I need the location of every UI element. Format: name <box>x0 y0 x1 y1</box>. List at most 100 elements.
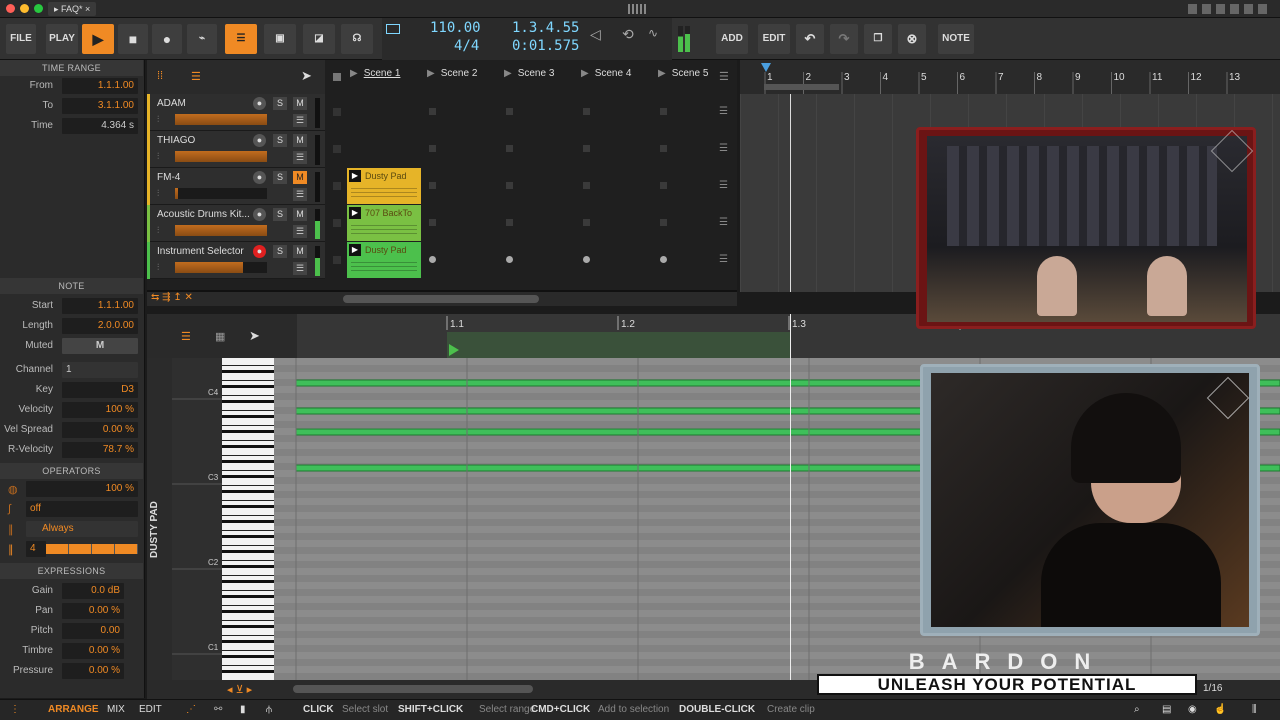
arranger-ruler-ticks[interactable]: 1 2 3 4 5 6 7 8 9 10 11 12 13 <box>740 60 1280 94</box>
editor-pointer-icon[interactable]: ➤ <box>249 328 260 344</box>
headphones-button[interactable]: ☊ <box>341 24 373 54</box>
record-arm-button[interactable]: ● <box>253 208 266 221</box>
clip[interactable]: ▶ 707 BackTo <box>347 205 421 241</box>
scene-header[interactable]: ▶ Scene 3 <box>504 68 578 86</box>
key-field[interactable]: D3 <box>62 382 138 398</box>
copy-button[interactable]: ❐ <box>864 24 892 54</box>
clip-slot[interactable] <box>429 219 436 226</box>
clip-play-icon[interactable]: ▶ <box>349 170 361 182</box>
channel-select[interactable]: 1 <box>62 362 138 378</box>
minimize-window-button[interactable] <box>20 4 29 13</box>
search-icon[interactable]: ⌕ <box>1134 704 1140 715</box>
add-button[interactable]: ADD <box>716 24 748 54</box>
grid-view-icon[interactable]: ⁞⁞ <box>157 70 163 82</box>
condition-icon[interactable]: ∥ <box>8 523 14 536</box>
redo-button[interactable]: ↷ <box>830 24 858 54</box>
editor-scrollbar[interactable] <box>293 685 533 693</box>
solo-button[interactable]: S <box>273 171 287 184</box>
close-window-button[interactable] <box>6 4 15 13</box>
volume-slider[interactable] <box>175 188 267 199</box>
to-field[interactable]: 3.1.1.00 <box>62 98 138 114</box>
track-menu-icon[interactable]: ☰ <box>293 188 307 201</box>
volume-slider[interactable] <box>175 151 267 162</box>
mute-button[interactable]: M <box>293 171 307 184</box>
beat-position-display[interactable]: 1.3.4.55 <box>512 20 579 36</box>
timbre-field[interactable]: 0.00 % <box>62 643 124 659</box>
mute-button[interactable]: M <box>293 97 307 110</box>
recurrence-icon[interactable]: ∥ <box>8 543 14 556</box>
pan-field[interactable]: 0.00 % <box>62 603 124 619</box>
stop-button[interactable]: ■ <box>118 24 148 54</box>
scene-launch-icon[interactable]: ☰ <box>719 106 728 117</box>
clip-slot[interactable] <box>583 219 590 226</box>
time-signature-display[interactable]: 4/4 <box>454 38 479 54</box>
clip-slot[interactable] <box>429 182 436 189</box>
clip[interactable]: ▶ Dusty Pad <box>347 242 421 278</box>
clip-launcher-toggle-icon[interactable]: ⋰ <box>186 704 196 715</box>
mute-button[interactable]: M <box>293 208 307 221</box>
solo-button[interactable]: S <box>273 134 287 147</box>
arranger-loop-region[interactable] <box>764 84 839 90</box>
track-header[interactable]: Instrument Selector ⫶ ● S M ☰ <box>147 242 325 279</box>
track-name[interactable]: THIAGO <box>157 135 195 146</box>
arrange-tab[interactable]: ARRANGE <box>48 704 99 715</box>
launcher-scrollbar[interactable] <box>343 295 539 303</box>
track-header[interactable]: Acoustic Drums Kit... ⫶ ● S M ☰ <box>147 205 325 242</box>
clip-slot[interactable] <box>660 108 667 115</box>
clip-slot[interactable] <box>583 145 590 152</box>
layout-grid-icon[interactable]: ▦ <box>215 330 225 343</box>
clip-slot[interactable] <box>429 256 436 263</box>
mute-button[interactable]: M <box>293 245 307 258</box>
scene-launch-icon[interactable]: ☰ <box>719 143 728 154</box>
mixer-icon[interactable]: ⫼ <box>1252 704 1257 715</box>
time-field[interactable]: 4.364 s <box>62 118 138 134</box>
start-field[interactable]: 1.1.1.00 <box>62 298 138 314</box>
volume-slider[interactable] <box>175 114 267 125</box>
edit-button[interactable]: EDIT <box>758 24 790 54</box>
list-view-icon[interactable]: ☰ <box>191 70 201 83</box>
arranger-playhead-marker[interactable] <box>761 63 771 72</box>
clip-slot[interactable] <box>660 256 667 263</box>
scene-launch-icon[interactable]: ☰ <box>719 217 728 228</box>
play-button[interactable]: ▶ <box>82 24 114 54</box>
launcher-overdub-button[interactable]: ☰ <box>225 24 257 54</box>
pitch-field[interactable]: 0.00 <box>62 623 124 639</box>
track-header[interactable]: ADAM ⫶ ● S M ☰ <box>147 94 325 131</box>
track-name[interactable]: ADAM <box>157 98 186 109</box>
stop-slot[interactable] <box>333 219 341 227</box>
track-menu-icon[interactable]: ☰ <box>293 114 307 127</box>
solo-button[interactable]: S <box>273 208 287 221</box>
play-mode-button[interactable]: PLAY <box>46 24 78 54</box>
solo-button[interactable]: S <box>273 245 287 258</box>
record-arm-button[interactable]: ● <box>253 97 266 110</box>
chance-field[interactable]: 100 % <box>26 481 138 497</box>
file-icon[interactable]: ▤ <box>1162 704 1171 715</box>
mute-button[interactable]: M <box>293 134 307 147</box>
track-menu-icon[interactable]: ☰ <box>293 225 307 238</box>
groove-button[interactable]: ◪ <box>303 24 335 54</box>
volume-slider[interactable] <box>175 225 267 236</box>
track-name[interactable]: FM-4 <box>157 172 180 183</box>
plugin-icon[interactable]: ◉ <box>1188 704 1197 715</box>
clip-slot[interactable] <box>429 108 436 115</box>
track-name[interactable]: Acoustic Drums Kit... <box>157 209 250 220</box>
loop-icon[interactable]: ⟲ <box>622 26 634 43</box>
hand-icon[interactable]: ☝ <box>1214 704 1226 715</box>
clip-slot[interactable] <box>506 108 513 115</box>
clip-slot[interactable] <box>429 145 436 152</box>
piano-keyboard[interactable] <box>222 358 274 680</box>
length-field[interactable]: 2.0.0.00 <box>62 318 138 334</box>
record-arm-button[interactable]: ● <box>253 134 266 147</box>
tempo-display[interactable]: 110.00 <box>430 20 481 36</box>
clip-slot[interactable] <box>660 182 667 189</box>
clip-region-bar[interactable] <box>447 332 790 358</box>
fade-icon[interactable]: ∿ <box>648 26 658 40</box>
clip-play-icon[interactable]: ▶ <box>349 244 361 256</box>
clip-slot[interactable] <box>506 145 513 152</box>
recurrence-field[interactable]: 4 <box>26 541 46 557</box>
from-field[interactable]: 1.1.1.00 <box>62 78 138 94</box>
metronome-button[interactable]: ▣ <box>264 24 296 54</box>
clip-play-icon[interactable]: ▶ <box>349 207 361 219</box>
delete-button[interactable]: ⊗ <box>898 24 926 54</box>
scene-launch-icon[interactable]: ☰ <box>719 254 728 265</box>
